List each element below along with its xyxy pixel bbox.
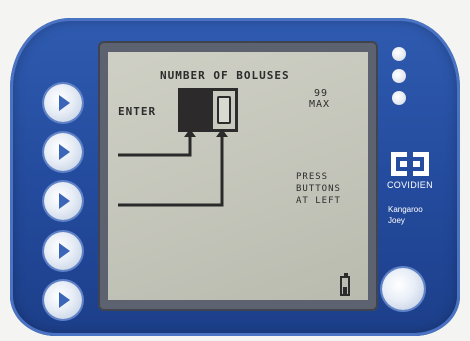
indicator-led-1: [392, 47, 406, 61]
indicator-led-3: [392, 91, 406, 105]
instruction-line-3: AT LEFT: [296, 196, 341, 206]
power-button[interactable]: [382, 268, 424, 310]
brand-name: COVIDIEN: [387, 180, 433, 190]
product-name-line-2: Joey: [388, 216, 405, 225]
covidien-logo-icon: [391, 152, 429, 176]
instruction-line-2: BUTTONS: [296, 184, 341, 194]
battery-icon: [340, 273, 350, 296]
product-name-line-1: Kangaroo: [388, 205, 423, 214]
instruction-line-1: PRESS: [296, 172, 329, 182]
indicator-led-2: [392, 69, 406, 83]
